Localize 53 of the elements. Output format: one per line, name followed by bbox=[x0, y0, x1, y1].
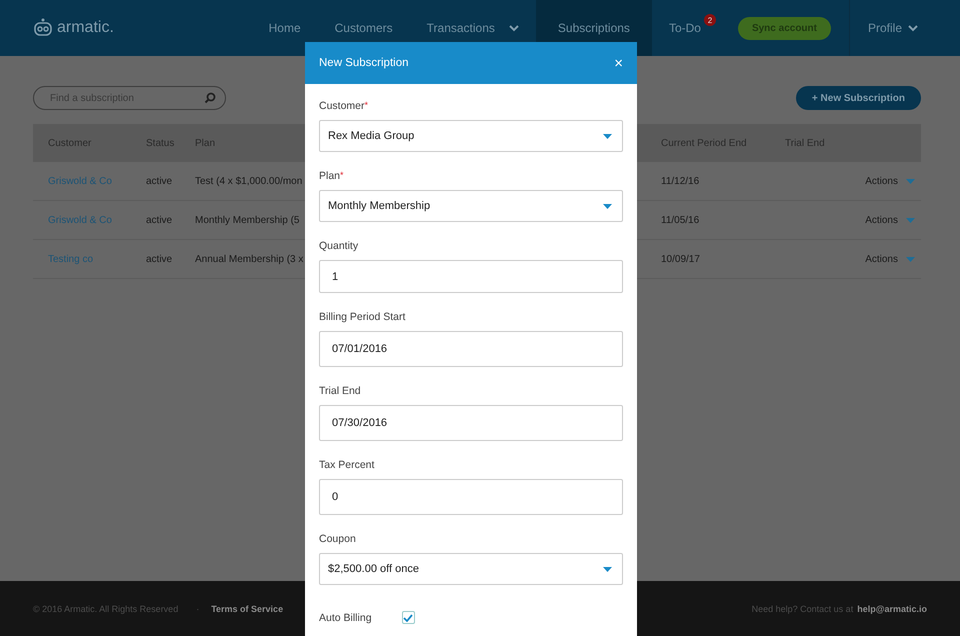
field-label: Customer bbox=[319, 100, 365, 112]
plan-cell: Monthly Membership (5 bbox=[195, 214, 300, 226]
date-cell: 10/09/17 bbox=[661, 254, 700, 264]
select-field[interactable]: Monthly Membership bbox=[319, 190, 623, 222]
actions-dropdown[interactable]: Actions bbox=[865, 254, 915, 264]
help-text: Need help? Contact us at bbox=[752, 604, 854, 614]
plan-cell: Test (4 x $1,000.00/mon bbox=[195, 176, 302, 186]
brand-name: armatic. bbox=[57, 19, 114, 37]
date-cell: 11/05/16 bbox=[661, 214, 700, 226]
status-cell: active bbox=[146, 254, 172, 264]
field-label: Auto Billing bbox=[319, 612, 372, 624]
input-field[interactable]: 1 bbox=[319, 260, 623, 293]
caret-icon bbox=[906, 256, 915, 262]
search-icon bbox=[204, 92, 216, 104]
nav-tab[interactable]: Home bbox=[252, 0, 318, 56]
checkbox[interactable] bbox=[402, 611, 415, 624]
field-label: Tax Percent bbox=[319, 459, 374, 471]
actions-dropdown[interactable]: Actions bbox=[865, 176, 915, 186]
select-field[interactable]: Rex Media Group bbox=[319, 120, 623, 152]
new-subscription-button[interactable]: + New Subscription bbox=[796, 86, 921, 110]
status-cell: active bbox=[146, 214, 172, 226]
date-cell: 11/12/16 bbox=[661, 176, 700, 186]
nav-tab[interactable]: Transactions bbox=[410, 0, 536, 56]
input-field[interactable]: 0 bbox=[319, 479, 623, 515]
separator-dot: · bbox=[196, 604, 200, 614]
input-field[interactable]: 07/30/2016 bbox=[319, 405, 623, 441]
chevron-icon bbox=[908, 24, 918, 32]
select-field[interactable]: $2,500.00 off once bbox=[319, 553, 623, 585]
email-link[interactable]: help@armatic.io bbox=[857, 604, 927, 614]
field-label: Quantity bbox=[319, 240, 358, 252]
status-cell: active bbox=[146, 176, 172, 186]
required-mark: * bbox=[340, 170, 344, 182]
plan-cell: Annual Membership (3 x bbox=[195, 254, 304, 264]
caret-icon bbox=[603, 204, 612, 208]
robot-icon bbox=[33, 18, 53, 38]
terms-link[interactable]: Terms of Service bbox=[211, 604, 284, 614]
caret-icon bbox=[906, 178, 915, 184]
caret-icon bbox=[603, 566, 612, 572]
actions-dropdown[interactable]: Actions bbox=[865, 214, 915, 226]
field-label: Plan bbox=[319, 170, 340, 182]
input-field[interactable]: 07/01/2016 bbox=[319, 331, 623, 367]
field-label: Billing Period Start bbox=[319, 311, 406, 323]
field-label: Trial End bbox=[319, 385, 361, 397]
notification-badge: 2 bbox=[704, 14, 716, 26]
required-mark: * bbox=[364, 100, 368, 112]
nav-tab[interactable]: To-Do 2 bbox=[652, 0, 718, 56]
caret-icon bbox=[603, 134, 612, 138]
profile-menu[interactable]: Profile bbox=[848, 0, 960, 56]
field-label: Coupon bbox=[319, 533, 356, 545]
caret-icon bbox=[906, 218, 915, 222]
close-button[interactable]: × bbox=[614, 54, 623, 72]
dialog-title: New Subscription bbox=[319, 57, 408, 69]
copyright-text: © 2016 Armatic. All Rights Reserved bbox=[33, 604, 178, 614]
